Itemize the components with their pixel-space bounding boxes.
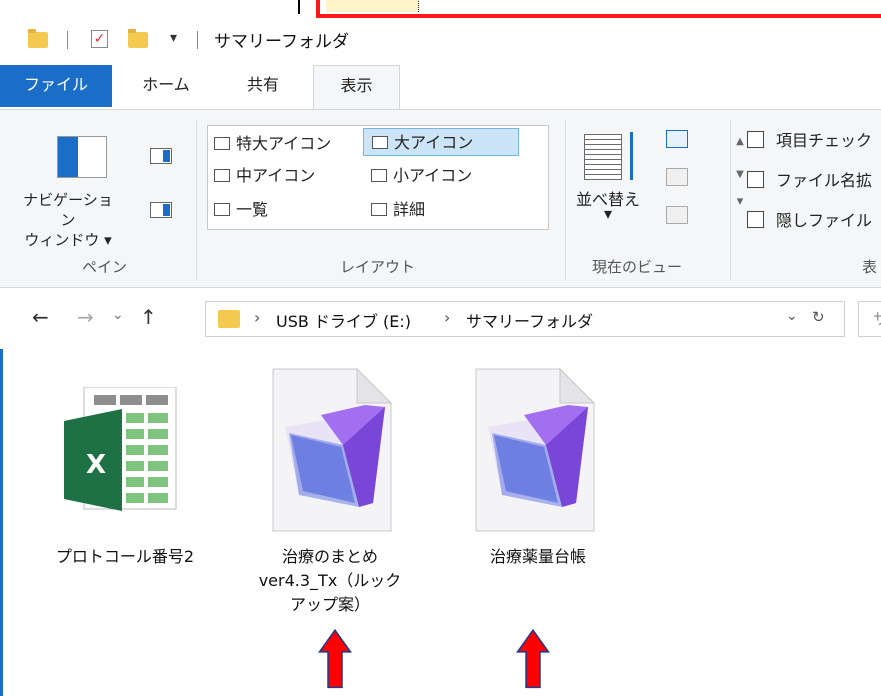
group-label-current-view: 現在のビュー (592, 258, 683, 276)
tab-share[interactable]: 共有 (228, 65, 298, 107)
address-dropdown-icon[interactable]: ⌄ (786, 308, 798, 324)
file-name-filemaker-1[interactable]: 治療のまとめ ver4.3_Tx（ルック アップ案） (240, 545, 420, 617)
group-by-icon[interactable] (666, 130, 688, 148)
recent-locations-button[interactable]: ⌄ (112, 307, 124, 323)
window-title: サマリーフォルダ (214, 32, 349, 52)
excel-icon: X (64, 386, 177, 511)
list-icon (214, 203, 230, 216)
address-bar[interactable]: › USB ドライブ (E:) › サマリーフォルダ ⌄ ↻ (205, 301, 845, 337)
forward-button[interactable]: → (77, 305, 94, 329)
up-button[interactable]: ↑ (140, 305, 157, 329)
annotation-arrow (516, 628, 550, 689)
tab-file[interactable]: ファイル (0, 65, 112, 107)
checkbox[interactable] (747, 131, 764, 148)
gallery-more-icon[interactable]: ▾ (731, 194, 749, 209)
address-row: ← → ⌄ ↑ › USB ドライブ (E:) › サマリーフォルダ ⌄ ↻ サ (0, 293, 881, 349)
annotation-red-box (316, 0, 881, 18)
medium-icons-icon (214, 169, 230, 182)
layout-details[interactable]: 詳細 (371, 196, 425, 224)
details-pane-icon[interactable] (150, 202, 172, 218)
checkbox[interactable] (747, 211, 764, 228)
tab-home[interactable]: ホーム (128, 65, 204, 107)
breadcrumb-summary-folder[interactable]: サマリーフォルダ (466, 308, 593, 332)
group-label-layout: レイアウト (340, 258, 416, 276)
ribbon-tabs: ファイル ホーム 共有 表示 (0, 65, 881, 111)
refresh-icon[interactable]: ↻ (812, 308, 825, 326)
divider (197, 31, 198, 49)
layout-list[interactable]: 一覧 (214, 196, 268, 224)
breadcrumb-usb-drive[interactable]: USB ドライブ (E:) (276, 308, 411, 332)
file-item-excel[interactable]: X (64, 386, 184, 517)
hidden-items-toggle[interactable]: 隠しファイル (747, 208, 872, 234)
group-label-show-hide: 表 (862, 258, 878, 276)
annotation-line (298, 0, 300, 14)
layout-small-icons[interactable]: 小アイコン (371, 162, 472, 190)
divider (565, 120, 566, 280)
folder-icon (218, 310, 240, 328)
layout-large-icons[interactable]: 大アイコン (363, 128, 519, 156)
filemaker-icon (272, 367, 393, 532)
divider (67, 31, 68, 49)
navigation-pane-button[interactable]: ナビゲーション ウィンドウ ▾ (18, 190, 118, 250)
properties-check-icon[interactable]: ✓ (91, 30, 108, 48)
svg-text:X: X (86, 450, 106, 480)
file-extensions-toggle[interactable]: ファイル名拡 (747, 168, 872, 194)
size-columns-icon[interactable] (666, 206, 688, 224)
file-name-filemaker-2[interactable]: 治療薬量台帳 (448, 545, 628, 569)
new-folder-icon[interactable] (128, 29, 148, 48)
layout-extra-large-icons[interactable]: 特大アイコン (214, 130, 331, 158)
ribbon: ナビゲーション ウィンドウ ▾ ペイン 特大アイコン 大アイコン 中アイコン 小… (0, 109, 881, 288)
divider (196, 120, 197, 280)
customize-quick-access-icon[interactable]: ▾ (170, 30, 177, 46)
file-item-filemaker-2[interactable] (472, 367, 596, 533)
sort-arrow-icon (630, 132, 633, 180)
layout-medium-icons[interactable]: 中アイコン (214, 162, 315, 190)
file-name-excel[interactable]: プロトコール番号2 (40, 545, 210, 569)
large-icons-icon (372, 136, 388, 149)
checkbox[interactable] (747, 171, 764, 188)
folder-icon[interactable] (28, 29, 48, 48)
annotation-arrow (318, 628, 352, 689)
window-border (0, 349, 3, 696)
back-button[interactable]: ← (32, 305, 49, 329)
layout-gallery: 特大アイコン 大アイコン 中アイコン 小アイコン 一覧 詳細 ▲ ▼ ▾ (207, 125, 744, 230)
breadcrumb-separator[interactable]: › (254, 308, 260, 327)
tab-view[interactable]: 表示 (313, 65, 400, 111)
filemaker-icon (475, 367, 596, 532)
file-item-filemaker-1[interactable] (269, 367, 393, 533)
file-list: X プロトコール番号2 治療のまとめ ver4.3_Tx（ルック アップ案） 治… (0, 349, 881, 696)
preview-pane-icon[interactable] (150, 148, 172, 164)
add-columns-icon[interactable] (666, 168, 688, 186)
extra-large-icons-icon (214, 137, 230, 150)
small-icons-icon (371, 169, 387, 182)
navigation-pane-icon[interactable] (57, 136, 107, 178)
sort-by-icon[interactable] (584, 134, 622, 180)
item-checkboxes-toggle[interactable]: 項目チェック (747, 128, 872, 154)
divider (730, 120, 731, 280)
breadcrumb-separator[interactable]: › (444, 308, 450, 327)
details-icon (371, 203, 387, 216)
search-input[interactable]: サ (858, 301, 881, 337)
group-label-pane: ペイン (82, 258, 128, 276)
sort-by-button[interactable]: 並べ替え ▾ (576, 190, 640, 224)
